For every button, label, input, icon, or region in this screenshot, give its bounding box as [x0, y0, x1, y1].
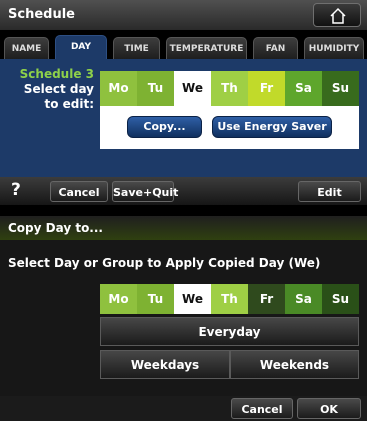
- tab-name[interactable]: NAME: [4, 37, 49, 59]
- copy-day-button-th[interactable]: Th: [211, 284, 248, 314]
- day-button-su[interactable]: Su: [322, 71, 359, 106]
- ok-button[interactable]: OK: [297, 398, 361, 419]
- schedule-content: Schedule 3 Select day to edit: Mo Tu We Th F…: [0, 59, 367, 177]
- copy-day-selector: Mo Tu We Th Fr Sa Su: [100, 284, 359, 314]
- copy-day-button-fr[interactable]: Fr: [248, 284, 285, 314]
- schedule-panel: Schedule NAME DAY TIME TEMPERATURE FAN H…: [0, 0, 367, 205]
- dialog-cancel-button[interactable]: Cancel: [231, 398, 293, 419]
- day-button-fr[interactable]: Fr: [248, 71, 285, 106]
- copy-day-button-mo[interactable]: Mo: [100, 284, 137, 314]
- select-day-prompt: Select day: [23, 82, 94, 96]
- home-button[interactable]: [313, 3, 361, 27]
- schedule-name: Schedule 3: [19, 67, 94, 81]
- page-title: Schedule: [8, 7, 75, 22]
- dialog-title-bar: Copy Day to...: [0, 216, 367, 240]
- day-actions: Copy... Use Energy Saver: [100, 106, 359, 149]
- copy-day-button-tu[interactable]: Tu: [137, 284, 174, 314]
- copy-button[interactable]: Copy...: [127, 116, 202, 138]
- dialog-footer: Cancel OK: [0, 396, 367, 421]
- tab-temperature[interactable]: TEMPERATURE: [166, 37, 247, 59]
- edit-button[interactable]: Edit: [298, 181, 361, 202]
- save-quit-button[interactable]: Save+Quit: [112, 181, 178, 202]
- home-icon: [330, 7, 346, 24]
- tab-humidity[interactable]: HUMIDITY: [304, 37, 364, 59]
- copy-day-dialog: Select Day or Group to Apply Copied Day …: [0, 240, 367, 396]
- day-button-we[interactable]: We: [174, 71, 211, 106]
- dialog-message: Select Day or Group to Apply Copied Day …: [8, 256, 321, 270]
- weekends-button[interactable]: Weekends: [230, 350, 359, 379]
- title-bar: Schedule: [0, 0, 367, 30]
- copy-day-button-sa[interactable]: Sa: [285, 284, 322, 314]
- select-day-prompt-2: to edit:: [44, 97, 94, 111]
- tab-fan[interactable]: FAN: [253, 37, 298, 59]
- copy-day-button-su[interactable]: Su: [322, 284, 359, 314]
- day-button-th[interactable]: Th: [211, 71, 248, 106]
- tab-time[interactable]: TIME: [113, 37, 160, 59]
- everyday-button[interactable]: Everyday: [100, 317, 359, 346]
- day-selector: Mo Tu We Th Fr Sa Su: [100, 71, 359, 106]
- day-button-tu[interactable]: Tu: [137, 71, 174, 106]
- dialog-title: Copy Day to...: [8, 221, 103, 235]
- use-energy-saver-button[interactable]: Use Energy Saver: [212, 116, 332, 138]
- day-button-mo[interactable]: Mo: [100, 71, 137, 106]
- cancel-button[interactable]: Cancel: [50, 181, 108, 202]
- copy-day-button-we[interactable]: We: [174, 284, 211, 314]
- tab-day[interactable]: DAY: [55, 35, 107, 59]
- day-button-sa[interactable]: Sa: [285, 71, 322, 106]
- weekdays-button[interactable]: Weekdays: [100, 350, 230, 379]
- help-icon[interactable]: ?: [11, 180, 21, 200]
- schedule-label: Schedule 3 Select day to edit:: [6, 67, 94, 112]
- bottom-toolbar: ? Cancel Save+Quit Edit: [0, 177, 367, 205]
